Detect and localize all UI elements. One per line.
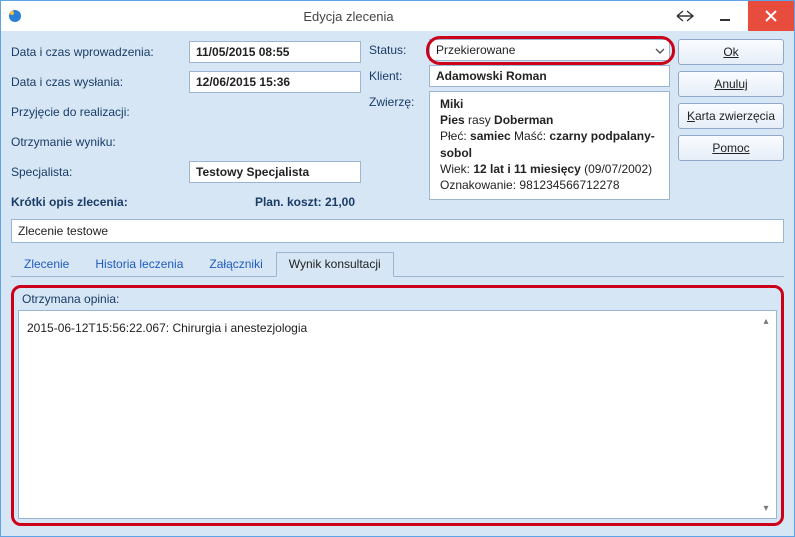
animal-sex: samiec bbox=[470, 129, 511, 143]
short-desc-input[interactable]: Zlecenie testowe bbox=[11, 219, 784, 243]
tab-attachments[interactable]: Załączniki bbox=[196, 252, 275, 277]
client-value[interactable]: Adamowski Roman bbox=[429, 65, 670, 87]
specialist-label: Specjalista: bbox=[11, 165, 183, 179]
date-entered-label: Data i czas wprowadzenia: bbox=[11, 45, 183, 59]
date-sent-value[interactable]: 12/06/2015 15:36 bbox=[189, 71, 361, 93]
tab-result[interactable]: Wynik konsultacji bbox=[276, 252, 394, 277]
minimize-icon[interactable] bbox=[702, 1, 748, 31]
status-label: Status: bbox=[369, 39, 423, 61]
animal-name: Miki bbox=[440, 97, 463, 111]
animal-card-button[interactable]: Karta zwierzęcia bbox=[678, 103, 784, 129]
help-button[interactable]: Pomoc bbox=[678, 135, 784, 161]
ok-button[interactable]: Ok bbox=[678, 39, 784, 65]
tabs: Zlecenie Historia leczenia Załączniki Wy… bbox=[11, 251, 784, 277]
animal-box: Miki Pies rasy Doberman Płeć: samiec Maś… bbox=[429, 91, 670, 200]
animal-breed: Doberman bbox=[494, 113, 553, 127]
close-icon[interactable] bbox=[748, 1, 794, 31]
opinion-textarea[interactable]: 2015-06-12T15:56:22.067: Chirurgia i ane… bbox=[18, 310, 777, 519]
animal-marking: 981234566712278 bbox=[519, 178, 619, 192]
window-title: Edycja zlecenia bbox=[29, 9, 668, 24]
scroll-down-icon[interactable]: ▾ bbox=[758, 500, 774, 516]
client-label: Klient: bbox=[369, 65, 423, 87]
date-entered-value[interactable]: 11/05/2015 08:55 bbox=[189, 41, 361, 63]
opinion-title: Otrzymana opinia: bbox=[18, 290, 777, 310]
tab-order[interactable]: Zlecenie bbox=[11, 252, 82, 277]
animal-species: Pies bbox=[440, 113, 465, 127]
app-icon bbox=[1, 8, 29, 24]
help-icon[interactable] bbox=[668, 1, 702, 31]
accepted-value bbox=[189, 101, 361, 123]
opinion-content: 2015-06-12T15:56:22.067: Chirurgia i ane… bbox=[27, 321, 750, 335]
animal-age: 12 lat i 11 miesięcy bbox=[473, 162, 580, 176]
status-value: Przekierowane bbox=[436, 43, 515, 57]
accepted-label: Przyjęcie do realizacji: bbox=[11, 105, 183, 119]
result-received-value bbox=[189, 131, 361, 153]
animal-label: Zwierzę: bbox=[369, 91, 423, 113]
app-window: Edycja zlecenia Data i czas wprowadzenia… bbox=[0, 0, 795, 537]
animal-age-date: (09/07/2002) bbox=[581, 162, 652, 176]
chevron-down-icon bbox=[655, 43, 665, 57]
date-sent-label: Data i czas wysłania: bbox=[11, 75, 183, 89]
window-controls bbox=[668, 1, 794, 31]
short-desc-label: Krótki opis zlecenia: bbox=[11, 195, 183, 209]
result-received-label: Otrzymanie wyniku: bbox=[11, 135, 183, 149]
plan-cost-label: Plan. koszt: 21,00 bbox=[189, 195, 361, 209]
tab-history[interactable]: Historia leczenia bbox=[82, 252, 196, 277]
result-pane: Otrzymana opinia: 2015-06-12T15:56:22.06… bbox=[11, 285, 784, 526]
status-select[interactable]: Przekierowane bbox=[429, 39, 670, 61]
scroll-up-icon[interactable]: ▴ bbox=[758, 313, 774, 329]
titlebar: Edycja zlecenia bbox=[1, 1, 794, 31]
specialist-value[interactable]: Testowy Specjalista bbox=[189, 161, 361, 183]
cancel-button[interactable]: Anuluj bbox=[678, 71, 784, 97]
